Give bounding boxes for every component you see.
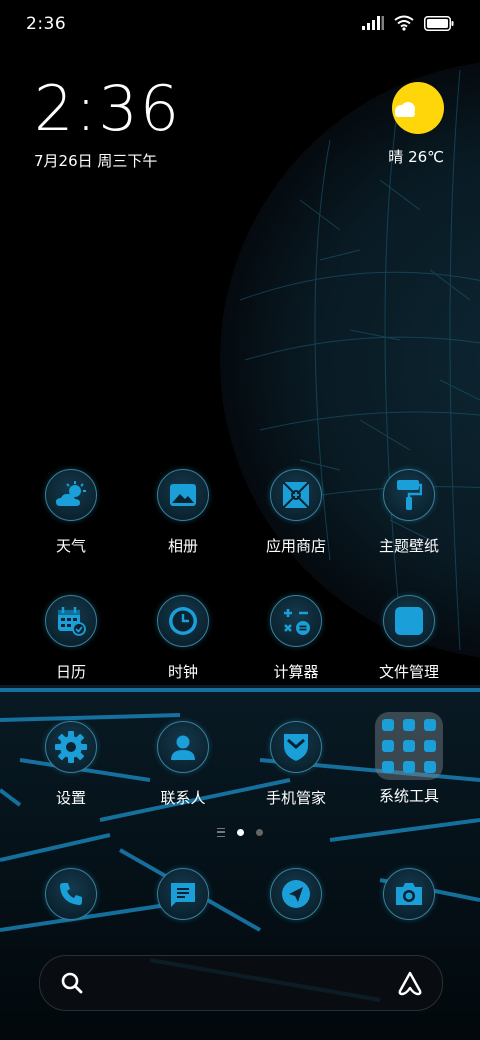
page-dot xyxy=(256,829,263,836)
app-label: 计算器 xyxy=(273,663,319,681)
status-time: 2:36 xyxy=(26,14,67,34)
app-clock[interactable]: 时钟 xyxy=(128,595,238,682)
app-label: 日历 xyxy=(55,663,86,681)
clock-icon xyxy=(157,595,209,647)
search-bar[interactable] xyxy=(39,955,443,1011)
folder-app-thumb xyxy=(382,761,394,773)
folder-app-thumb xyxy=(403,740,415,752)
weather-text: 晴 26℃ xyxy=(388,148,444,166)
app-contacts[interactable]: 联系人 xyxy=(128,721,238,808)
settings-gear-icon xyxy=(45,721,97,773)
app-label: 系统工具 xyxy=(378,787,439,805)
app-label: 应用商店 xyxy=(265,537,326,555)
app-theme[interactable]: 主题壁纸 xyxy=(354,469,464,556)
folder-app-thumb xyxy=(424,719,436,731)
app-security[interactable]: 手机管家 xyxy=(241,721,351,808)
page-indicator[interactable] xyxy=(0,828,480,837)
app-settings[interactable]: 设置 xyxy=(16,721,126,808)
file-manager-icon xyxy=(383,595,435,647)
app-label: 设置 xyxy=(55,789,86,807)
contacts-icon xyxy=(157,721,209,773)
folder-icon xyxy=(375,712,443,780)
weather-widget[interactable]: 晴 26℃ xyxy=(364,82,444,167)
app-label: 时钟 xyxy=(167,663,198,681)
messages-icon xyxy=(157,868,209,920)
app-weather[interactable]: 天气 xyxy=(16,469,126,556)
status-icons xyxy=(362,15,454,31)
app-calculator[interactable]: 计算器 xyxy=(241,595,351,682)
folder-app-thumb xyxy=(424,740,436,752)
dock-camera[interactable] xyxy=(354,868,464,920)
folder-app-thumb xyxy=(424,761,436,773)
app-label: 相册 xyxy=(167,537,198,555)
signal-icon xyxy=(362,16,384,30)
status-bar: 2:36 xyxy=(0,0,480,50)
dock-phone[interactable] xyxy=(16,868,126,920)
app-store-icon xyxy=(270,469,322,521)
app-gallery[interactable]: 相册 xyxy=(128,469,238,556)
folder-app-thumb xyxy=(403,719,415,731)
app-calendar[interactable]: 日历 xyxy=(16,595,126,682)
app-label: 手机管家 xyxy=(265,789,326,807)
calculator-icon xyxy=(270,595,322,647)
clock-date: 7月26日 周三下午 xyxy=(34,152,158,170)
app-label: 联系人 xyxy=(160,789,206,807)
sun-cloud-icon xyxy=(392,82,444,134)
clock-time: 2:36 xyxy=(34,72,182,145)
camera-icon xyxy=(383,868,435,920)
folder-app-thumb xyxy=(403,761,415,773)
app-file-manager[interactable]: 文件管理 xyxy=(354,595,464,682)
app-app-store[interactable]: 应用商店 xyxy=(241,469,351,556)
folder-app-thumb xyxy=(382,740,394,752)
phone-icon xyxy=(45,868,97,920)
page-indicator-menu-icon xyxy=(217,828,225,837)
dock-browser[interactable] xyxy=(241,868,351,920)
app-system-tools-folder[interactable]: 系统工具 xyxy=(354,712,464,806)
weather-icon xyxy=(45,469,97,521)
calendar-icon xyxy=(45,595,97,647)
app-label: 主题壁纸 xyxy=(378,537,439,555)
app-label: 文件管理 xyxy=(378,663,439,681)
theme-brush-icon xyxy=(383,469,435,521)
battery-icon xyxy=(424,15,454,31)
gallery-icon xyxy=(157,469,209,521)
wifi-icon xyxy=(394,15,414,31)
assistant-icon[interactable] xyxy=(396,970,424,996)
page-dot-active xyxy=(237,829,244,836)
search-icon[interactable] xyxy=(60,971,84,995)
dock-messages[interactable] xyxy=(128,868,238,920)
security-shield-icon xyxy=(270,721,322,773)
clock-widget[interactable]: 2:36 7月26日 周三下午 xyxy=(34,78,181,171)
app-label: 天气 xyxy=(55,537,86,555)
folder-app-thumb xyxy=(382,719,394,731)
browser-icon xyxy=(270,868,322,920)
